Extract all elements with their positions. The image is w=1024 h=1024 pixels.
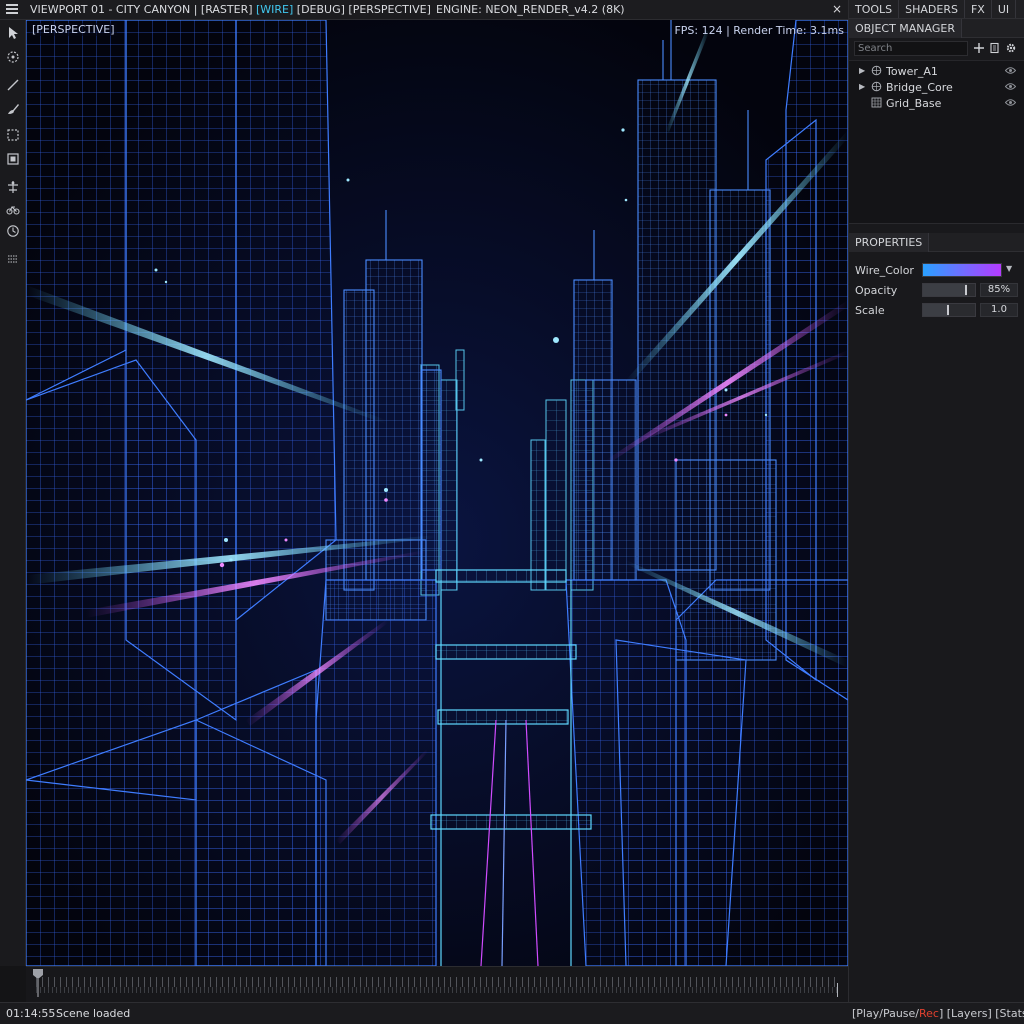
wireframe-city-scene [26,20,848,966]
view-mode-label[interactable]: [PERSPECTIVE] [30,23,117,36]
copy-icon[interactable] [989,42,1001,54]
frame-icon[interactable] [4,150,22,168]
eye-icon[interactable] [1005,98,1016,107]
property-scale: Scale 1.0 [849,300,1024,320]
hamburger-menu-icon[interactable] [6,4,18,16]
properties-header: PROPERTIES [849,233,1024,252]
expand-arrow-icon[interactable]: ▶ [859,66,865,75]
opacity-slider-fill [923,284,967,296]
mesh-icon [871,65,882,76]
right-panel: TOOLS SHADERS FX UI OBJECT MANAGER Searc… [848,0,1024,1002]
tab-fx[interactable]: FX [965,0,992,18]
line-icon[interactable] [4,76,22,94]
eye-icon[interactable] [1005,82,1016,91]
scale-slider[interactable] [922,303,976,317]
playback-controls[interactable]: [Play/Pause/Rec] [Layers] [Stats] [852,1007,1024,1020]
record-control[interactable]: Rec [919,1007,939,1020]
title-bar: VIEWPORT 01 - CITY CANYON | [RASTER] [WI… [0,0,848,20]
timeline-end-marker [837,983,838,997]
list-item[interactable]: ▶ Tower_A1 [849,63,1024,79]
render-stats: FPS: 124 | Render Time: 3.1ms [674,24,844,37]
wire-mode-indicator[interactable]: [WIRE] [256,3,293,16]
transform-icon[interactable] [4,178,22,196]
left-toolbar [0,20,26,966]
timecode: 01:14:55 [6,1007,56,1020]
opacity-slider[interactable] [922,283,976,297]
object-manager-title: OBJECT MANAGER [849,19,962,38]
property-opacity: Opacity 85% [849,280,1024,300]
object-manager-header: OBJECT MANAGER [849,19,1024,38]
properties-spacer [849,252,1024,260]
scale-slider-knob[interactable] [947,305,949,315]
scale-value-field[interactable]: 1.0 [980,303,1018,317]
object-search-row: Search [849,38,1024,60]
mesh-icon [871,81,882,92]
playhead-icon [33,969,43,997]
properties-title: PROPERTIES [849,233,930,252]
panel-tabs: TOOLS SHADERS FX UI [849,0,1024,19]
scale-slider-fill [923,304,949,316]
status-message: Scene loaded [56,1007,131,1020]
viewport-title: VIEWPORT 01 - CITY CANYON | [RASTER] [WI… [30,3,431,16]
expand-arrow-icon[interactable]: ▶ [859,82,865,91]
gear-icon[interactable] [1005,42,1017,54]
scale-label: Scale [855,304,885,317]
wire-color-swatch[interactable] [922,263,1002,277]
timeline[interactable] [26,966,848,1002]
viewport[interactable]: [PERSPECTIVE] FPS: 124 | Render Time: 3.… [26,20,848,966]
list-item[interactable]: ▶ Bridge_Core [849,79,1024,95]
object-name: Tower_A1 [886,65,938,78]
property-wire-color: Wire_Color ▼ [849,260,1024,280]
object-name: Bridge_Core [886,81,953,94]
list-item[interactable]: Grid_Base [849,95,1024,111]
object-list: ▶ Tower_A1 ▶ Bridge_Core Grid_Base [849,60,1024,224]
opacity-label: Opacity [855,284,898,297]
search-input[interactable]: Search [854,41,968,56]
close-icon[interactable]: × [832,2,842,16]
opacity-slider-knob[interactable] [965,285,967,295]
layers-stats-controls[interactable]: ] [Layers] [Stats] [939,1007,1024,1020]
tab-ui[interactable]: UI [992,0,1017,18]
engine-label: ENGINE: NEON_RENDER_v4.2 (8K) [436,3,625,16]
playhead-handle[interactable] [32,967,44,997]
play-pause-control[interactable]: [Play/Pause/ [852,1007,919,1020]
history-icon[interactable] [4,222,22,240]
pointer-icon[interactable] [4,24,22,42]
brush-icon[interactable] [4,100,22,118]
object-name: Grid_Base [886,97,942,110]
chevron-down-icon[interactable]: ▼ [1006,264,1012,273]
settings-grid-icon[interactable] [4,250,22,268]
status-bar: 01:14:55 Scene loaded [Play/Pause/Rec] [… [0,1002,1024,1024]
marquee-icon[interactable] [4,126,22,144]
tab-shaders[interactable]: SHADERS [899,0,965,18]
title-text: VIEWPORT 01 - CITY CANYON | [RASTER] [30,3,256,16]
eye-icon[interactable] [1005,66,1016,75]
orbit-icon[interactable] [4,48,22,66]
wire-color-label: Wire_Color [855,264,914,277]
timeline-track[interactable] [36,977,838,987]
bike-icon[interactable] [4,200,22,218]
panel-divider [849,224,1024,233]
title-modes-text: [DEBUG] [PERSPECTIVE] [293,3,431,16]
grid-icon [871,97,882,108]
opacity-value-field[interactable]: 85% [980,283,1018,297]
timeline-subtrack [36,987,838,993]
add-icon[interactable] [973,42,985,54]
tab-tools[interactable]: TOOLS [849,0,900,18]
